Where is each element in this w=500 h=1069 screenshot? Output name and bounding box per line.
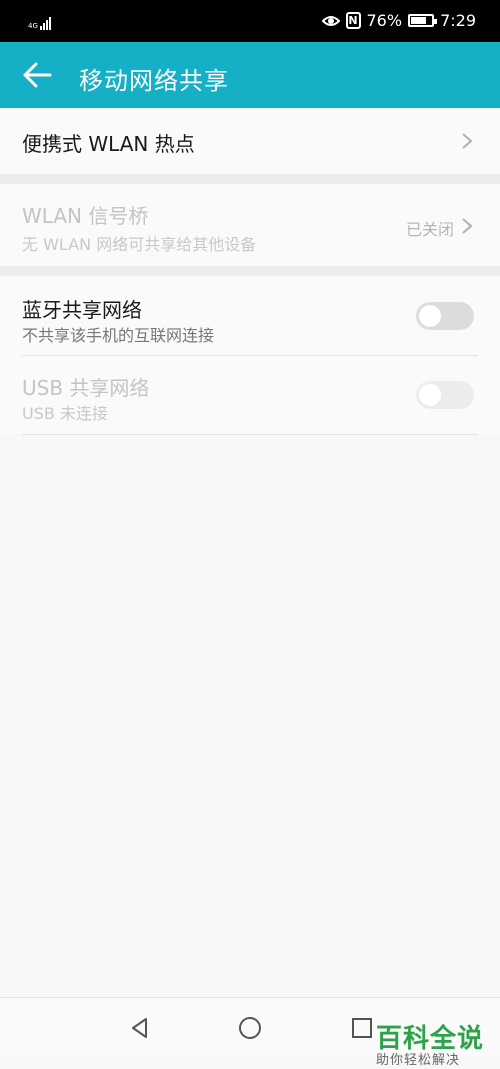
signal-indicator: 4G [28,12,51,30]
battery-percentage: 76% [366,11,403,30]
nav-recents-icon[interactable] [348,1014,376,1042]
clock: 7:29 [440,11,476,30]
bluetooth-tethering-subtitle: 不共享该手机的互联网连接 [22,326,215,345]
watermark-sub: 助你轻松解决 [376,1053,461,1068]
page-title: 移动网络共享 [79,67,229,95]
usb-tethering-title: USB 共享网络 [22,376,150,400]
section-divider [0,266,500,276]
usb-tethering-toggle[interactable] [416,381,474,409]
nfc-icon: N [345,12,361,29]
wlan-bridge-status: 已关闭 [405,220,454,239]
toggle-knob [419,384,441,406]
watermark-logo: 百科全说 助你轻松解决 [376,1025,486,1069]
usb-tethering-subtitle: USB 未连接 [22,404,108,423]
bluetooth-tethering-row[interactable]: 蓝牙共享网络 不共享该手机的互联网连接 [0,276,500,356]
back-arrow-icon [23,62,52,88]
chevron-right-icon [462,218,473,234]
network-type: 4G [28,22,38,30]
signal-icon [39,17,51,30]
toggle-knob [419,305,441,327]
app-bar: 移动网络共享 [0,42,500,108]
watermark-main: 百科全说 [376,1024,485,1054]
section-divider [0,174,500,184]
usb-tethering-row[interactable]: USB 共享网络 USB 未连接 [0,356,500,434]
hotspot-title: 便携式 WLAN 热点 [22,132,195,156]
chevron-right-icon [462,133,473,149]
nav-home-icon[interactable] [236,1014,264,1042]
battery-icon [408,14,438,27]
wlan-bridge-title: WLAN 信号桥 [22,204,149,228]
row-divider [22,434,478,435]
bluetooth-tethering-title: 蓝牙共享网络 [22,298,142,322]
nav-back-icon[interactable] [126,1014,154,1042]
wlan-bridge-row[interactable]: WLAN 信号桥 无 WLAN 网络可共享给其他设备 已关闭 [0,184,500,266]
eye-icon [321,15,340,26]
status-icons: N 76% 7:29 [321,11,476,30]
status-bar: 4G N 76% 7:29 [0,0,500,42]
bluetooth-tethering-toggle[interactable] [416,302,474,330]
hotspot-row[interactable]: 便携式 WLAN 热点 [0,108,500,174]
wlan-bridge-subtitle: 无 WLAN 网络可共享给其他设备 [22,235,257,254]
back-button[interactable] [14,51,62,99]
